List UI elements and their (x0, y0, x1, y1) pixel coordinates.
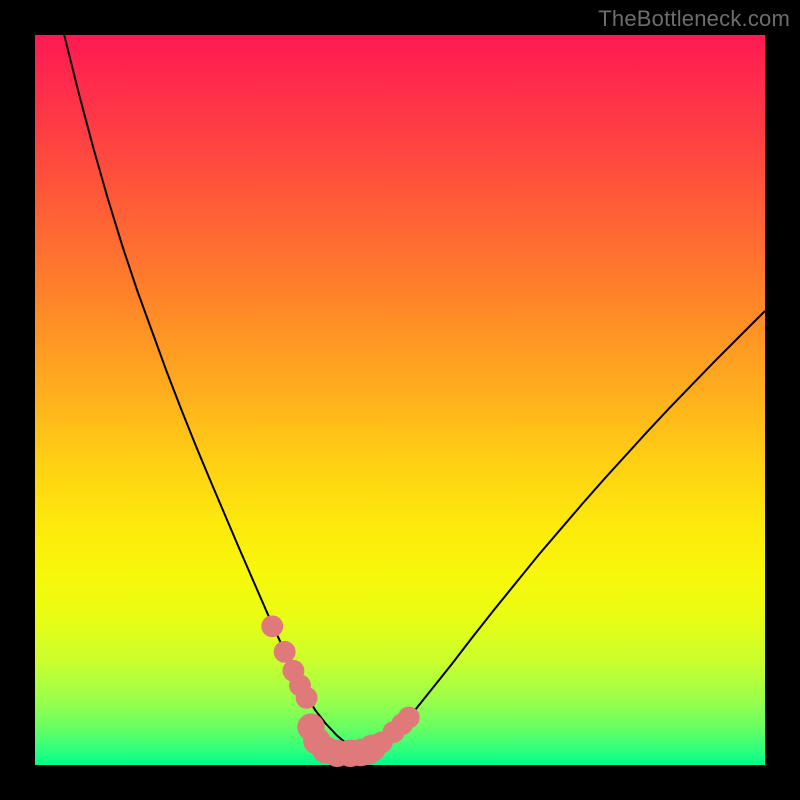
curve-left (64, 35, 363, 753)
chart-frame: TheBottleneck.com (0, 0, 800, 800)
data-marker (261, 615, 283, 637)
data-marker (296, 687, 318, 709)
chart-overlay (35, 35, 765, 765)
watermark-text: TheBottleneck.com (598, 6, 790, 32)
plot-area (35, 35, 765, 765)
curve-right (364, 311, 766, 753)
data-marker (274, 641, 296, 663)
dot-markers-left (261, 615, 317, 708)
dot-markers-right (371, 707, 420, 754)
data-marker (398, 707, 420, 729)
